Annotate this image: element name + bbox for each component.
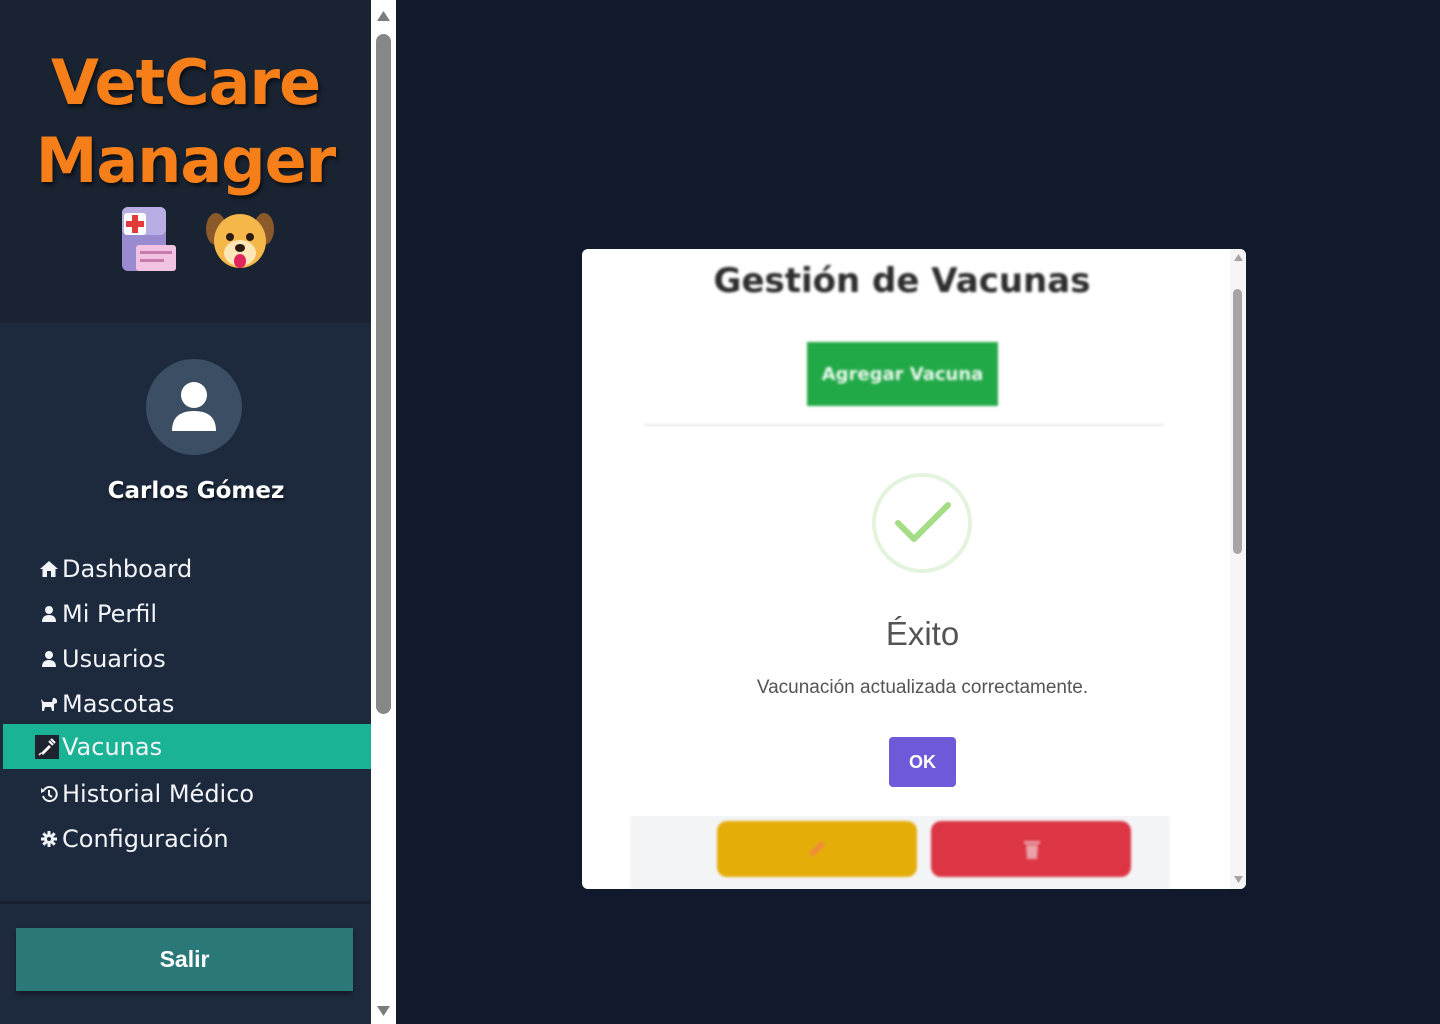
user-profile: Carlos Gómez <box>92 345 300 515</box>
brand-title-line1: VetCare <box>50 46 321 119</box>
add-vaccine-button[interactable]: Agregar Vacuna <box>807 342 998 406</box>
delete-button[interactable] <box>931 821 1131 877</box>
sidebar-item-label: Usuarios <box>62 644 166 673</box>
gear-icon <box>38 828 60 850</box>
pencil-icon <box>809 841 825 857</box>
user-icon <box>38 648 60 670</box>
scroll-up-arrow-icon[interactable] <box>376 10 391 22</box>
dog-icon <box>38 693 60 715</box>
divider <box>0 901 371 904</box>
alert-message: Vacunación actualizada correctamente. <box>756 677 1089 698</box>
clipboard-medical-icon <box>122 207 176 271</box>
user-icon <box>38 603 60 625</box>
edit-button[interactable] <box>717 821 917 877</box>
sidebar-item-configuracion[interactable]: Configuración <box>0 816 371 861</box>
sidebar-item-label: Configuración <box>62 824 229 853</box>
sidebar-item-dashboard[interactable]: Dashboard <box>0 546 371 591</box>
panel-scrollbar-thumb[interactable] <box>1233 289 1242 554</box>
scroll-down-arrow-icon[interactable] <box>376 1005 391 1017</box>
sidebar-item-label: Vacunas <box>62 732 163 761</box>
success-check-icon <box>872 473 972 573</box>
dog-face-icon <box>206 213 274 268</box>
scroll-up-arrow-icon[interactable] <box>1234 254 1243 261</box>
user-icon <box>172 382 216 431</box>
panel-scrollbar[interactable] <box>1230 249 1246 889</box>
history-icon <box>38 783 60 805</box>
divider <box>644 424 1164 426</box>
sidebar-item-label: Dashboard <box>62 554 193 583</box>
home-icon <box>38 558 60 580</box>
syringe-icon <box>35 734 59 759</box>
sidebar-item-usuarios[interactable]: Usuarios <box>0 636 371 681</box>
sidebar-item-label: Mascotas <box>62 689 175 718</box>
sidebar-item-mascotas[interactable]: Mascotas <box>0 681 371 726</box>
panel-title: Gestión de Vacunas <box>713 261 1091 301</box>
success-alert: Éxito Vacunación actualizada correctamen… <box>630 427 1215 816</box>
sidebar-item-label: Historial Médico <box>62 779 255 808</box>
user-name: Carlos Gómez <box>107 478 285 504</box>
brand-header: VetCare Manager <box>0 0 371 323</box>
sidebar: VetCare Manager Carlos Gómez Dashboard M… <box>0 0 371 1024</box>
sidebar-item-label: Mi Perfil <box>62 599 158 628</box>
avatar <box>146 359 242 455</box>
alert-title: Éxito <box>885 615 960 652</box>
logout-button[interactable]: Salir <box>16 928 353 991</box>
sidebar-item-mi-perfil[interactable]: Mi Perfil <box>0 591 371 636</box>
ok-button[interactable]: OK <box>889 737 956 787</box>
sidebar-scrollbar-thumb[interactable] <box>376 34 391 714</box>
sidebar-item-vacunas[interactable]: Vacunas <box>3 724 371 769</box>
brand-title-line2: Manager <box>35 124 337 197</box>
trash-icon <box>1024 841 1040 859</box>
sidebar-item-historial-medico[interactable]: Historial Médico <box>0 771 371 816</box>
scroll-down-arrow-icon[interactable] <box>1234 876 1243 883</box>
